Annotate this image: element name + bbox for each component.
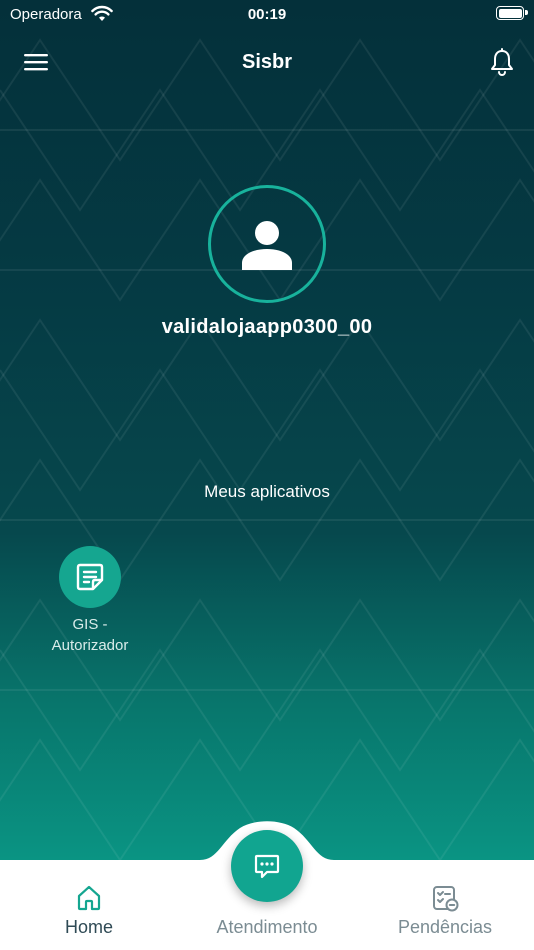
tab-label: Home: [64, 917, 113, 937]
section-title: Meus aplicativos: [204, 482, 330, 501]
home-icon: [77, 885, 101, 911]
background-pattern: [0, 38, 534, 860]
clock: 00:19: [247, 6, 287, 23]
tab-label: Pendências: [397, 917, 493, 937]
chat-icon: [254, 854, 280, 879]
menu-button[interactable]: [24, 52, 50, 74]
tab-home[interactable]: Home: [0, 860, 178, 950]
bell-icon: [491, 48, 513, 76]
document-icon: [76, 563, 104, 591]
user-icon: [242, 221, 292, 270]
battery-icon: [496, 6, 528, 20]
atendimento-button[interactable]: [231, 830, 303, 902]
tab-pendencias[interactable]: Pendências: [356, 860, 534, 950]
status-bar: Operadora 00:19: [0, 0, 534, 30]
avatar[interactable]: [208, 185, 326, 303]
app-label: GIS - Autorizador: [51, 616, 129, 654]
tab-label: Atendimento: [216, 917, 318, 937]
app-tile-gis-autorizador[interactable]: GIS - Autorizador: [40, 546, 140, 656]
notifications-button[interactable]: [488, 48, 516, 78]
checklist-icon: [433, 886, 459, 912]
home-screen: Operadora 00:19 Sisbr validalojaapp0300_…: [0, 0, 534, 860]
username: validalojaapp0300_00: [161, 316, 373, 338]
hamburger-icon: [24, 54, 48, 71]
app-icon: [59, 546, 121, 608]
